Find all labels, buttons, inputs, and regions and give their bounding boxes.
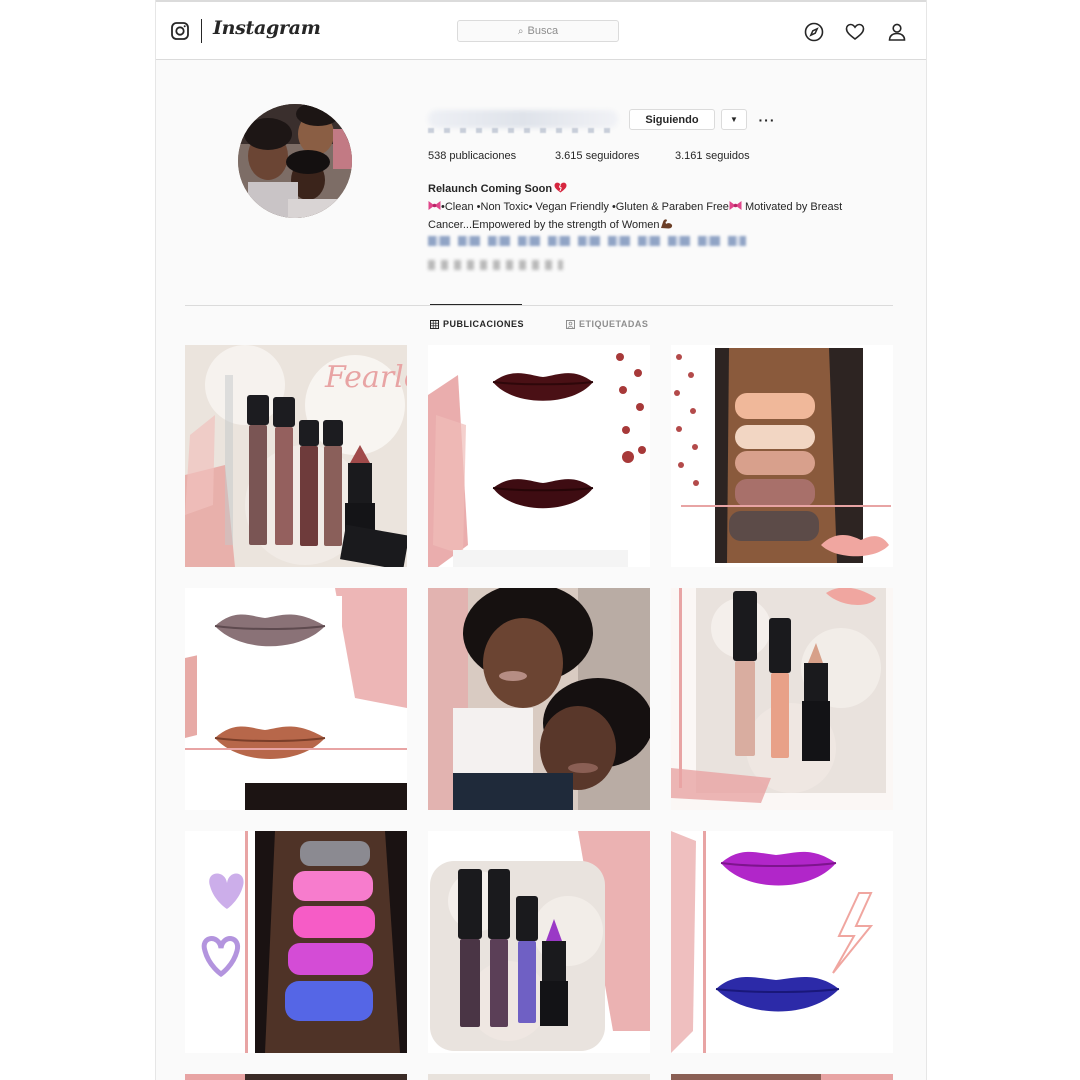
post-thumbnail[interactable] (428, 345, 650, 567)
pink-ribbon-emoji-icon-2 (729, 201, 742, 210)
bio-link-redacted[interactable] (428, 236, 746, 246)
tabs-divider (185, 305, 893, 306)
post-thumbnail[interactable] (671, 1074, 893, 1080)
post-thumbnail[interactable] (185, 588, 407, 810)
explore-compass-icon[interactable] (804, 22, 824, 42)
fearless-script-text: Fearless (324, 360, 407, 395)
instagram-wordmark[interactable]: Instagram (213, 17, 321, 39)
profile-user-icon[interactable] (887, 22, 907, 42)
instagram-camera-icon[interactable] (171, 22, 189, 40)
post-image-dark-lips (428, 345, 650, 567)
post-thumbnail[interactable]: Fearless (185, 345, 407, 567)
bio-extra-redacted (428, 260, 563, 270)
caret-down-icon: ▼ (730, 115, 738, 124)
following-count[interactable]: 3.161 seguidos (675, 150, 750, 162)
post-image-selfie (428, 588, 650, 810)
avatar-photo (238, 104, 352, 218)
post-thumbnail[interactable] (428, 588, 650, 810)
more-options-icon[interactable]: ··· (757, 109, 777, 130)
following-button[interactable]: Siguiendo (629, 109, 715, 130)
post-thumbnail[interactable] (428, 831, 650, 1053)
activity-heart-icon[interactable] (845, 22, 865, 42)
followers-count[interactable]: 3.615 seguidores (555, 150, 639, 162)
profile-avatar[interactable] (238, 104, 352, 218)
logo-divider (201, 19, 202, 43)
post-thumbnail[interactable] (428, 1074, 650, 1080)
suggestions-dropdown-button[interactable]: ▼ (721, 109, 747, 130)
post-image-bold-set (428, 831, 650, 1053)
post-image-lipgloss-fearless: Fearless (185, 345, 407, 567)
post-image-partial (185, 1074, 407, 1080)
post-thumbnail[interactable] (671, 345, 893, 567)
tab-posts[interactable]: PUBLICACIONES (430, 319, 524, 329)
grid-icon (430, 319, 439, 329)
broken-heart-emoji-icon (554, 182, 567, 193)
tab-tagged-label: ETIQUETADAS (579, 319, 649, 329)
profile-header: Siguiendo ▼ ··· 538 publicaciones 3.615 … (156, 60, 926, 305)
tab-tagged[interactable]: ETIQUETADAS (566, 319, 648, 329)
post-image-nude-swatches (671, 345, 893, 567)
profile-page: Instagram ⌕ Busca Siguiendo ▼ ··· 538 pu… (155, 0, 927, 1080)
posts-count: 538 publicaciones (428, 150, 517, 162)
pink-ribbon-emoji-icon (428, 201, 441, 210)
post-image-bright-swatches (185, 831, 407, 1053)
post-image-partial (671, 1074, 893, 1080)
post-thumbnail[interactable] (671, 588, 893, 810)
search-input[interactable]: ⌕ Busca (457, 20, 619, 42)
post-thumbnail[interactable] (185, 1074, 407, 1080)
flexed-biceps-emoji-icon (660, 219, 672, 229)
username-redacted (428, 110, 618, 128)
active-tab-indicator (430, 304, 522, 305)
post-image-purple-blue-lips (671, 831, 893, 1053)
post-image-nude-gloss-set (671, 588, 893, 810)
tab-posts-label: PUBLICACIONES (443, 319, 525, 329)
bio-name: Relaunch Coming Soon (428, 183, 553, 195)
tagged-icon (566, 319, 575, 329)
post-image-partial (428, 1074, 650, 1080)
bio-line-1-tail: Motivated by Breast (741, 201, 843, 213)
search-icon: ⌕ (517, 25, 524, 37)
bio-line-2: Cancer...Empowered by the strength of Wo… (428, 219, 660, 231)
profile-bio: Relaunch Coming Soon •Clean •Non Toxic• … (428, 180, 898, 234)
post-thumbnail[interactable] (185, 831, 407, 1053)
username-redacted-underline (428, 128, 618, 133)
post-thumbnail[interactable] (671, 831, 893, 1053)
bio-line-1: •Clean •Non Toxic• Vegan Friendly •Glute… (441, 201, 729, 213)
post-image-mauve-nude-lips (185, 588, 407, 810)
top-nav-bar: Instagram ⌕ Busca (156, 2, 926, 60)
search-placeholder: Busca (527, 25, 559, 37)
